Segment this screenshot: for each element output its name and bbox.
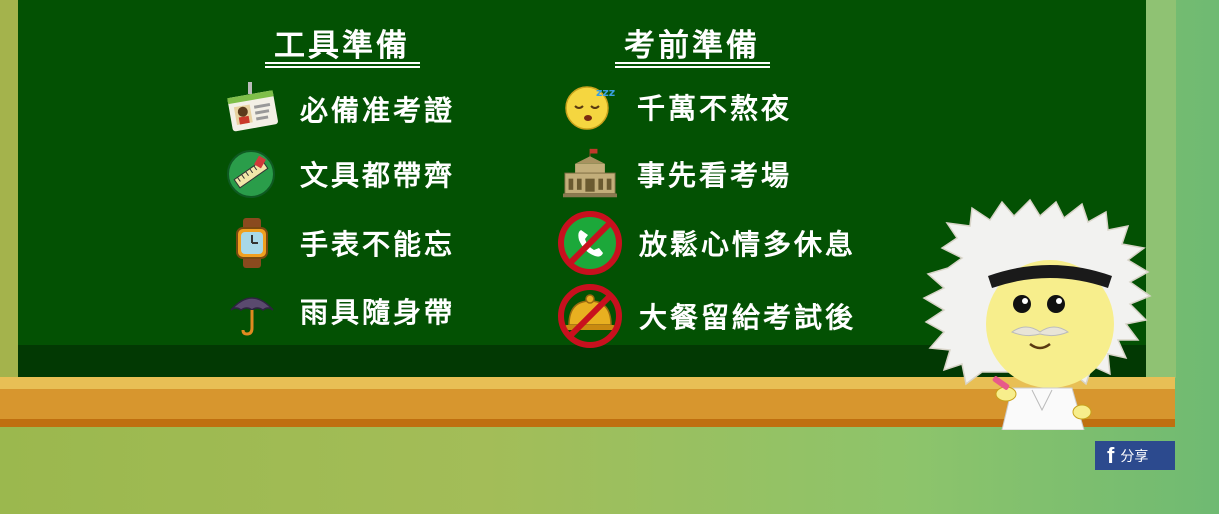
column-title-tools: 工具準備 (274, 28, 410, 64)
item-label: 放鬆心情多休息 (639, 228, 857, 261)
list-item: 大餐留給考試後 (557, 283, 856, 349)
umbrella-icon (226, 284, 280, 338)
no-phone-icon (557, 210, 623, 276)
list-item: 事先看考場 (563, 147, 792, 201)
item-label: 大餐留給考試後 (639, 301, 857, 334)
board-frame-left (0, 0, 18, 378)
title-underline (265, 62, 420, 68)
column-title-exam-prep: 考前準備 (624, 28, 760, 64)
item-label: 事先看考場 (637, 159, 793, 192)
watch-icon (226, 216, 280, 270)
list-item: 手表不能忘 (226, 216, 455, 270)
item-label: 雨具隨身帶 (300, 296, 456, 329)
facebook-icon: f (1107, 442, 1115, 468)
list-item: 文具都帶齊 (226, 147, 455, 201)
stationery-icon (226, 147, 280, 201)
list-item: 雨具隨身帶 (226, 284, 455, 338)
no-feast-icon (557, 283, 623, 349)
list-item: 放鬆心情多休息 (557, 210, 856, 276)
title-underline (615, 62, 770, 68)
item-label: 必備准考證 (300, 94, 456, 127)
einstein-mascot (922, 198, 1182, 431)
item-label: 文具都帶齊 (300, 159, 456, 192)
list-item: zzz 千萬不熬夜 (563, 80, 792, 134)
list-item: 必備准考證 (226, 82, 455, 136)
facebook-share-button[interactable]: f 分享 (1095, 441, 1175, 470)
svg-text:zzz: zzz (596, 86, 615, 99)
building-icon (563, 147, 617, 201)
share-label: 分享 (1120, 447, 1149, 464)
sleeping-face-icon: zzz (563, 80, 617, 134)
item-label: 手表不能忘 (300, 228, 456, 261)
item-label: 千萬不熬夜 (637, 92, 793, 125)
id-card-icon (226, 82, 280, 136)
